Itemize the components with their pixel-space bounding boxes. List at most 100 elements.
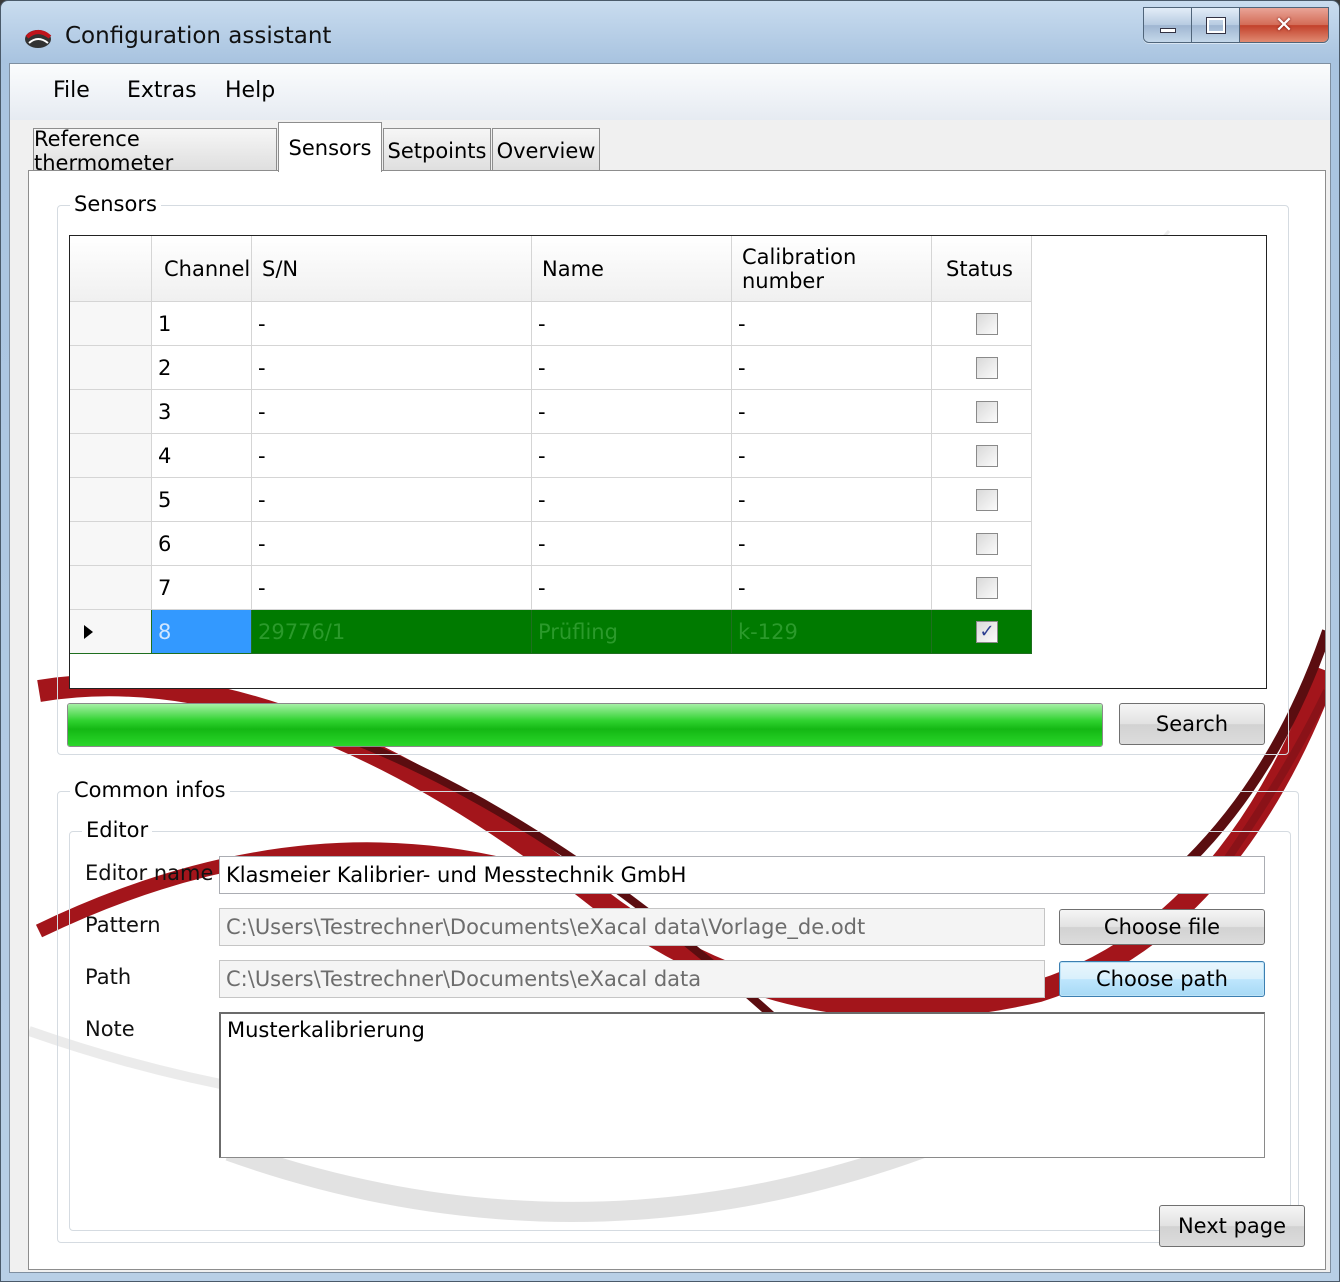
maximize-icon bbox=[1205, 16, 1226, 34]
cell-sn[interactable]: - bbox=[252, 566, 532, 610]
menu-file[interactable]: File bbox=[53, 78, 90, 103]
cell-status bbox=[932, 302, 1032, 346]
search-progress-bar bbox=[67, 703, 1103, 747]
cell-name[interactable]: - bbox=[532, 522, 732, 566]
menu-extras[interactable]: Extras bbox=[127, 78, 197, 103]
cell-calibration-number[interactable]: - bbox=[732, 346, 932, 390]
cell-calibration-number[interactable]: k-129 bbox=[732, 610, 932, 654]
status-checkbox[interactable] bbox=[976, 444, 998, 467]
row-header[interactable] bbox=[70, 478, 152, 522]
status-checkbox[interactable] bbox=[976, 356, 998, 379]
cell-name[interactable]: - bbox=[532, 346, 732, 390]
sensors-tab-page: Sensors Channel S/N Name Calibration number… bbox=[28, 170, 1326, 1270]
caption-buttons: ✕ bbox=[1143, 7, 1329, 43]
status-checkbox[interactable] bbox=[976, 400, 998, 423]
cell-sn[interactable]: - bbox=[252, 302, 532, 346]
cell-channel[interactable]: 5 bbox=[152, 478, 252, 522]
cell-sn[interactable]: - bbox=[252, 346, 532, 390]
cell-channel[interactable]: 2 bbox=[152, 346, 252, 390]
grid-column-header[interactable]: Status bbox=[932, 236, 1032, 302]
note-textarea[interactable]: Musterkalibrierung bbox=[219, 1012, 1265, 1158]
sensors-group-title: Sensors bbox=[70, 192, 161, 216]
row-header[interactable] bbox=[70, 434, 152, 478]
row-header[interactable] bbox=[70, 390, 152, 434]
path-label: Path bbox=[85, 965, 132, 989]
cell-name[interactable]: - bbox=[532, 390, 732, 434]
note-label: Note bbox=[85, 1017, 135, 1041]
cell-name[interactable]: Prüfling bbox=[532, 610, 732, 654]
grid-column-header[interactable]: Calibration number bbox=[732, 236, 932, 302]
status-checkbox[interactable] bbox=[976, 488, 998, 511]
progress-fill bbox=[68, 704, 1102, 746]
cell-calibration-number[interactable]: - bbox=[732, 522, 932, 566]
cell-status bbox=[932, 390, 1032, 434]
row-header[interactable] bbox=[70, 610, 152, 654]
status-checkbox[interactable] bbox=[976, 312, 998, 335]
grid-column-header[interactable]: Channel bbox=[152, 236, 252, 302]
minimize-icon bbox=[1159, 27, 1176, 33]
cell-calibration-number[interactable]: - bbox=[732, 478, 932, 522]
minimize-button[interactable] bbox=[1144, 8, 1192, 42]
cell-status bbox=[932, 478, 1032, 522]
cell-sn[interactable]: - bbox=[252, 522, 532, 566]
cell-channel[interactable]: 3 bbox=[152, 390, 252, 434]
common-infos-group-title: Common infos bbox=[70, 778, 230, 802]
row-header[interactable] bbox=[70, 522, 152, 566]
choose-path-button[interactable]: Choose path bbox=[1059, 961, 1265, 997]
tab-sensors[interactable]: Sensors bbox=[278, 122, 382, 172]
cell-status bbox=[932, 566, 1032, 610]
editor-group-title: Editor bbox=[82, 818, 153, 842]
title-bar[interactable]: Configuration assistant ✕ bbox=[1, 1, 1339, 63]
status-checkbox[interactable] bbox=[976, 576, 998, 599]
row-header[interactable] bbox=[70, 346, 152, 390]
cell-calibration-number[interactable]: - bbox=[732, 390, 932, 434]
row-header[interactable] bbox=[70, 566, 152, 610]
cell-calibration-number[interactable]: - bbox=[732, 302, 932, 346]
sensors-grid[interactable]: Channel S/N Name Calibration number Status 1-… bbox=[69, 235, 1267, 689]
editor-name-input[interactable]: Klasmeier Kalibrier- und Messtechnik Gmb… bbox=[219, 856, 1265, 894]
cell-name[interactable]: - bbox=[532, 434, 732, 478]
cell-calibration-number[interactable]: - bbox=[732, 566, 932, 610]
cell-name[interactable]: - bbox=[532, 478, 732, 522]
window-title: Configuration assistant bbox=[65, 23, 332, 49]
cell-sn[interactable]: - bbox=[252, 390, 532, 434]
cell-channel[interactable]: 1 bbox=[152, 302, 252, 346]
cell-channel[interactable]: 8 bbox=[152, 610, 252, 654]
cell-name[interactable]: - bbox=[532, 566, 732, 610]
choose-file-button[interactable]: Choose file bbox=[1059, 909, 1265, 945]
pattern-label: Pattern bbox=[85, 913, 161, 937]
cell-sn[interactable]: 29776/1 bbox=[252, 610, 532, 654]
status-checkbox[interactable]: ✓ bbox=[976, 620, 998, 643]
close-button[interactable]: ✕ bbox=[1240, 8, 1328, 42]
next-page-button[interactable]: Next page bbox=[1159, 1205, 1305, 1247]
tab-overview[interactable]: Overview bbox=[492, 128, 600, 172]
cell-status: ✓ bbox=[932, 610, 1032, 654]
cell-sn[interactable]: - bbox=[252, 478, 532, 522]
maximize-button[interactable] bbox=[1192, 8, 1240, 42]
current-row-arrow-icon bbox=[84, 624, 93, 639]
grid-column-header[interactable]: Name bbox=[532, 236, 732, 302]
tab-reference-thermometer[interactable]: Reference thermometer bbox=[33, 127, 277, 175]
cell-calibration-number[interactable]: - bbox=[732, 434, 932, 478]
cell-status bbox=[932, 346, 1032, 390]
grid-header-corner bbox=[70, 236, 152, 302]
cell-channel[interactable]: 6 bbox=[152, 522, 252, 566]
menu-bar: File Extras Help bbox=[10, 64, 1330, 120]
cell-channel[interactable]: 4 bbox=[152, 434, 252, 478]
cell-name[interactable]: - bbox=[532, 302, 732, 346]
close-icon: ✕ bbox=[1274, 12, 1294, 38]
status-checkbox[interactable] bbox=[976, 532, 998, 555]
menu-help[interactable]: Help bbox=[225, 78, 275, 103]
path-input[interactable]: C:\Users\Testrechner\Documents\eXacal da… bbox=[219, 960, 1045, 998]
search-button[interactable]: Search bbox=[1119, 703, 1265, 745]
grid-column-header[interactable]: S/N bbox=[252, 236, 532, 302]
row-header[interactable] bbox=[70, 302, 152, 346]
pattern-input[interactable]: C:\Users\Testrechner\Documents\eXacal da… bbox=[219, 908, 1045, 946]
app-window: Configuration assistant ✕ File Extras He… bbox=[0, 0, 1340, 1282]
app-logo-icon bbox=[25, 30, 52, 48]
tab-setpoints[interactable]: Setpoints bbox=[383, 128, 491, 172]
client-area: File Extras Help Reference thermometer S… bbox=[9, 63, 1331, 1273]
cell-sn[interactable]: - bbox=[252, 434, 532, 478]
cell-channel[interactable]: 7 bbox=[152, 566, 252, 610]
cell-status bbox=[932, 522, 1032, 566]
